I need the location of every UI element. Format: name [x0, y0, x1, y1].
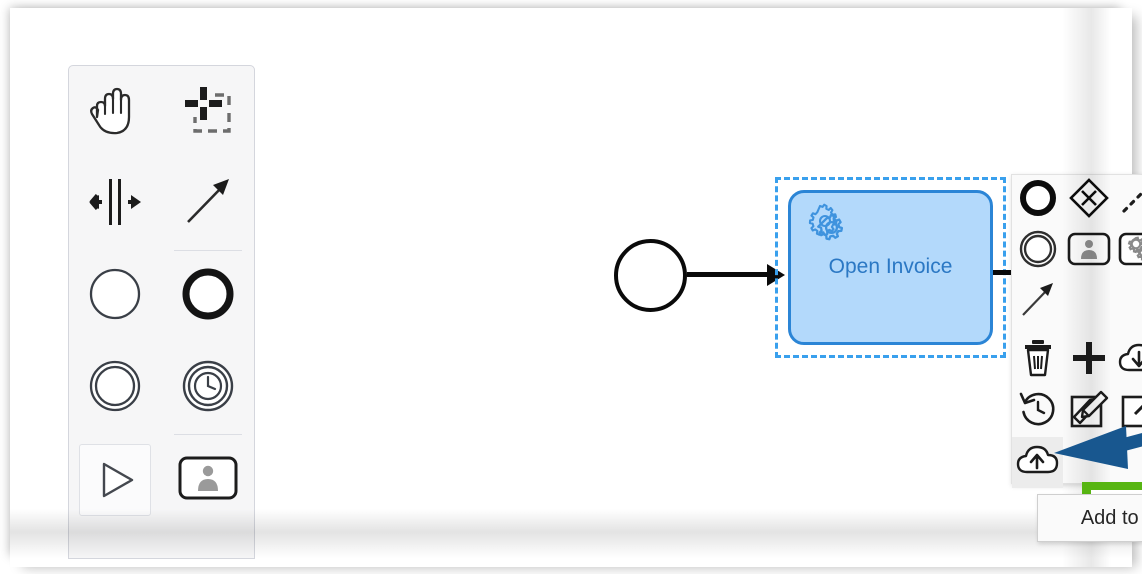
context-pad-tooltip-text: Add to Activity Library	[1080, 506, 1142, 529]
context-pad-append-service-task[interactable]	[1114, 226, 1142, 277]
palette-item-hand-tool[interactable]	[69, 66, 162, 158]
context-pad-append-text-annotation[interactable]	[1114, 175, 1142, 226]
bpmn-process-diagram[interactable]: Open Invoice Check Values Manually	[256, 16, 1142, 559]
context-pad-append-user-task[interactable]	[1063, 226, 1114, 277]
context-pad-group-spacer	[1012, 328, 1142, 335]
play-triangle-icon	[79, 444, 152, 516]
palette-item-start-event[interactable]	[69, 250, 162, 342]
context-pad-append-end-event[interactable]	[1012, 175, 1063, 226]
edit-pencil-icon	[1068, 388, 1110, 435]
connect-arrow-icon	[180, 174, 236, 235]
intermediate-event-icon	[1017, 228, 1059, 275]
context-pad-edit[interactable]	[1063, 386, 1114, 437]
screenshot-root: Open Invoice Check Values Manually	[0, 0, 1142, 574]
palette-item-space-tool[interactable]	[69, 158, 162, 250]
context-pad-append-gateway[interactable]	[1063, 175, 1114, 226]
lasso-select-icon	[179, 81, 237, 144]
context-pad-append-intermediate-event[interactable]	[1012, 226, 1063, 277]
plus-icon	[1068, 337, 1110, 384]
application-canvas-frame: Open Invoice Check Values Manually	[10, 8, 1142, 567]
timer-event-icon	[180, 358, 236, 419]
task-open-invoice[interactable]: Open Invoice	[788, 190, 993, 345]
context-pad-download-from-library[interactable]	[1114, 335, 1142, 386]
context-pad-empty-3	[1063, 437, 1114, 488]
context-pad-empty-1	[1063, 277, 1114, 328]
service-task-icon	[1117, 230, 1142, 273]
palette-item-timer-event[interactable]	[162, 342, 255, 435]
gateway-diamond-icon	[1067, 176, 1111, 225]
start-event-node[interactable]	[614, 239, 687, 312]
palette-item-play-run[interactable]	[69, 434, 162, 526]
task-open-invoice-label: Open Invoice	[828, 255, 953, 279]
end-event-icon	[1017, 177, 1059, 224]
palette-item-lasso-tool[interactable]	[162, 66, 255, 158]
element-context-pad[interactable]	[1011, 174, 1142, 488]
context-pad-open-external[interactable]	[1114, 386, 1142, 437]
user-task-icon	[1066, 230, 1112, 273]
context-pad-empty-2	[1114, 277, 1142, 328]
history-clock-icon	[1017, 388, 1059, 435]
start-event-icon	[87, 266, 143, 327]
modeling-tool-palette[interactable]	[68, 65, 255, 559]
palette-item-user-task[interactable]	[162, 434, 255, 526]
hand-icon	[87, 81, 143, 144]
intermediate-event-icon	[87, 358, 143, 419]
open-external-icon	[1119, 388, 1142, 435]
context-pad-delete[interactable]	[1012, 335, 1063, 386]
sequence-flow-1[interactable]	[687, 272, 769, 277]
context-pad-tooltip: Add to Activity Library	[1037, 494, 1142, 542]
context-pad-connect[interactable]	[1012, 277, 1063, 328]
palette-item-intermediate-event[interactable]	[69, 342, 162, 434]
connect-arrow-icon	[1017, 279, 1059, 326]
context-pad-add[interactable]	[1063, 335, 1114, 386]
palette-item-end-event[interactable]	[162, 250, 255, 342]
context-pad-add-to-activity-library[interactable]	[1012, 437, 1063, 488]
text-annotation-icon	[1118, 178, 1142, 223]
user-task-icon	[177, 453, 239, 508]
end-event-icon	[180, 266, 236, 327]
context-pad-history[interactable]	[1012, 386, 1063, 437]
gears-icon	[804, 202, 848, 251]
cloud-download-icon	[1117, 339, 1142, 382]
cloud-upload-icon	[1015, 441, 1061, 484]
space-tool-icon	[84, 175, 146, 234]
context-pad-empty-4	[1114, 437, 1142, 488]
trash-icon	[1019, 337, 1057, 384]
palette-item-global-connect[interactable]	[162, 158, 255, 251]
